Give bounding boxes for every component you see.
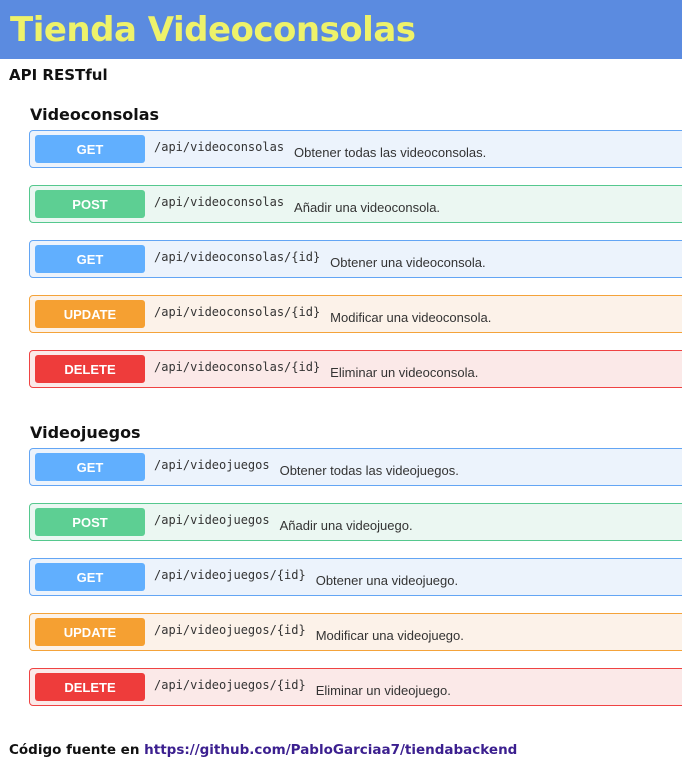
method-badge[interactable]: UPDATE <box>35 618 145 646</box>
method-badge[interactable]: GET <box>35 563 145 591</box>
endpoint-path: /api/videoconsolas/{id} <box>154 250 321 264</box>
endpoint-get-videojuego-id[interactable]: GET /api/videojuegos/{id} Obtener una vi… <box>29 558 682 596</box>
endpoint-delete-videoconsola-id[interactable]: DELETE /api/videoconsolas/{id} Eliminar … <box>29 350 682 388</box>
endpoint-path: /api/videoconsolas/{id} <box>154 360 321 374</box>
endpoint-description: Añadir una videoconsola. <box>294 199 441 215</box>
endpoint-description: Obtener una videojuego. <box>315 572 459 588</box>
endpoint-update-videojuego-id[interactable]: UPDATE /api/videojuegos/{id} Modificar u… <box>29 613 682 651</box>
endpoint-description: Eliminar un videoconsola. <box>330 364 479 380</box>
endpoint-post-videojuegos[interactable]: POST /api/videojuegos Añadir una videoju… <box>29 503 682 541</box>
footer-text: Código fuente en <box>9 742 140 758</box>
endpoint-description: Eliminar un videojuego. <box>315 682 451 698</box>
footer: Código fuente en https://github.com/Pabl… <box>9 742 517 758</box>
method-badge[interactable]: GET <box>35 453 145 481</box>
endpoint-update-videoconsola-id[interactable]: UPDATE /api/videoconsolas/{id} Modificar… <box>29 295 682 333</box>
method-badge[interactable]: GET <box>35 135 145 163</box>
method-badge[interactable]: POST <box>35 508 145 536</box>
endpoint-description: Modificar una videojuego. <box>315 627 464 643</box>
endpoint-description: Obtener todas las videojuegos. <box>279 462 459 478</box>
endpoint-path: /api/videojuegos/{id} <box>154 623 306 637</box>
endpoint-description: Obtener todas las videoconsolas. <box>294 144 487 160</box>
section-title-videoconsolas: Videoconsolas <box>30 105 160 124</box>
endpoint-path: /api/videoconsolas <box>154 195 285 209</box>
endpoint-path: /api/videojuegos <box>154 458 270 472</box>
method-badge[interactable]: UPDATE <box>35 300 145 328</box>
endpoint-description: Modificar una videoconsola. <box>330 309 492 325</box>
endpoint-get-videoconsolas[interactable]: GET /api/videoconsolas Obtener todas las… <box>29 130 682 168</box>
endpoint-delete-videojuego-id[interactable]: DELETE /api/videojuegos/{id} Eliminar un… <box>29 668 682 706</box>
endpoint-description: Añadir una videojuego. <box>279 517 413 533</box>
endpoint-get-videoconsola-id[interactable]: GET /api/videoconsolas/{id} Obtener una … <box>29 240 682 278</box>
method-badge[interactable]: DELETE <box>35 355 145 383</box>
endpoint-get-videojuegos[interactable]: GET /api/videojuegos Obtener todas las v… <box>29 448 682 486</box>
endpoint-description: Obtener una videoconsola. <box>330 254 486 270</box>
method-badge[interactable]: POST <box>35 190 145 218</box>
endpoint-path: /api/videojuegos/{id} <box>154 678 306 692</box>
api-subtitle: API RESTful <box>9 66 108 84</box>
source-code-link[interactable]: https://github.com/PabloGarciaa7/tiendab… <box>144 742 517 758</box>
endpoint-path: /api/videojuegos <box>154 513 270 527</box>
endpoint-post-videoconsolas[interactable]: POST /api/videoconsolas Añadir una video… <box>29 185 682 223</box>
endpoint-path: /api/videojuegos/{id} <box>154 568 306 582</box>
method-badge[interactable]: GET <box>35 245 145 273</box>
section-title-videojuegos: Videojuegos <box>30 423 141 442</box>
site-title: Tienda Videoconsolas <box>10 9 416 50</box>
method-badge[interactable]: DELETE <box>35 673 145 701</box>
endpoint-path: /api/videoconsolas/{id} <box>154 305 321 319</box>
site-header: Tienda Videoconsolas <box>0 0 682 59</box>
endpoint-path: /api/videoconsolas <box>154 140 285 154</box>
